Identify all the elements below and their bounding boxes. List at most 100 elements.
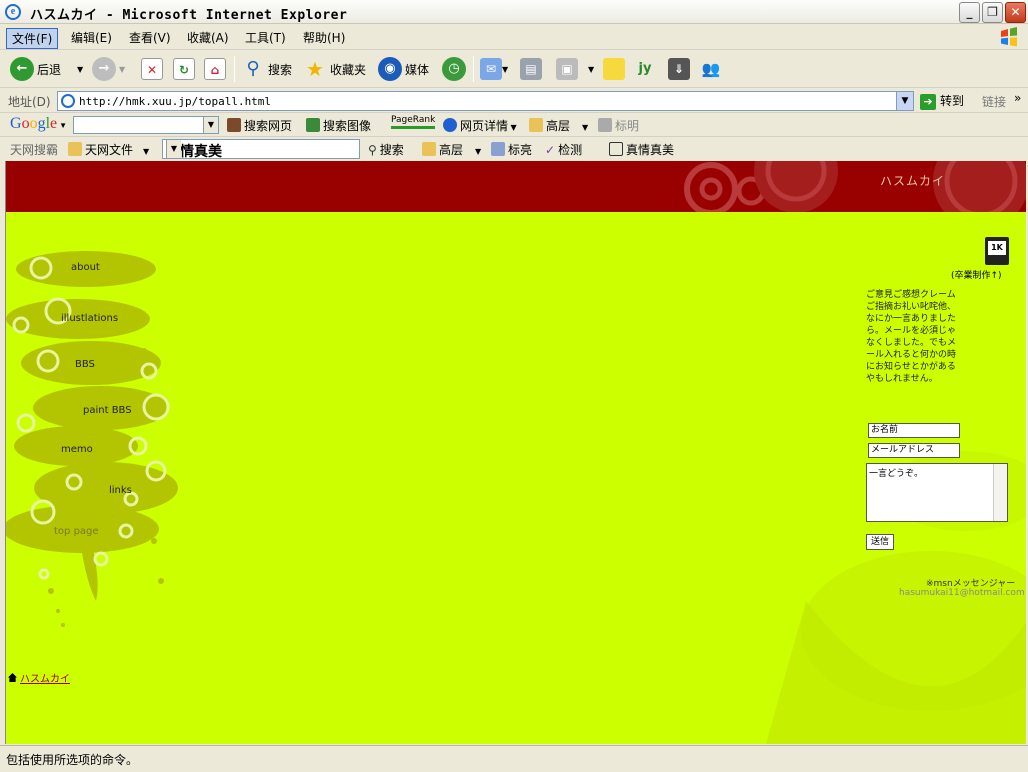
- edit-dropdown-icon[interactable]: ▼: [588, 65, 594, 74]
- nav-paint-bbs[interactable]: paint BBS: [83, 405, 132, 416]
- home-link-row: ハスムカイ: [8, 670, 70, 685]
- mail-dropdown-icon[interactable]: ▼: [502, 65, 508, 74]
- name-input[interactable]: お名前: [868, 423, 960, 438]
- ie-window: e ハスムカイ - Microsoft Internet Explorer _ …: [0, 0, 1028, 772]
- address-label: 地址(D): [8, 95, 51, 109]
- tianwang-detect-button[interactable]: ✓ 检测: [545, 141, 582, 158]
- google-dropdown-icon[interactable]: ▼: [203, 117, 218, 133]
- magnifier-icon: ⚲: [368, 143, 377, 157]
- menu-favorites[interactable]: 收藏(A): [182, 28, 234, 47]
- nav-top-page[interactable]: top page: [54, 526, 99, 537]
- menu-edit[interactable]: 编辑(E): [66, 28, 117, 47]
- highlight-button[interactable]: 标明: [598, 117, 639, 134]
- msn-email: hasumukai11@hotmail.com: [899, 588, 1025, 598]
- nav-blob-decoration: [6, 251, 178, 627]
- history-button[interactable]: ◷: [442, 55, 469, 83]
- home-icon: [8, 673, 17, 682]
- textarea-scrollbar[interactable]: [993, 464, 1007, 521]
- minimize-button[interactable]: _: [959, 2, 980, 23]
- menu-help[interactable]: 帮助(H): [298, 28, 350, 47]
- pen-icon: [491, 142, 505, 156]
- maximize-button[interactable]: ❐: [982, 2, 1003, 23]
- up-button[interactable]: 高层 ▼: [529, 117, 588, 134]
- nav-links[interactable]: links: [109, 485, 132, 496]
- title-bar: e ハスムカイ - Microsoft Internet Explorer _ …: [0, 0, 1028, 24]
- search-images-button[interactable]: 搜索图像: [306, 117, 371, 134]
- nav-about[interactable]: about: [71, 262, 100, 273]
- go-button[interactable]: ➔ 转到: [920, 92, 964, 110]
- page-content: ハスムカイ about illustlations BBS paint BBS …: [5, 161, 1026, 744]
- tianwang-search-button[interactable]: ⚲ 搜索: [368, 141, 404, 158]
- nav-memo[interactable]: memo: [61, 444, 93, 455]
- google-logo[interactable]: Google ▼: [10, 115, 67, 133]
- google-search-input[interactable]: ▼: [73, 116, 219, 134]
- go-arrow-icon: ➔: [920, 94, 936, 110]
- image-icon: [306, 118, 320, 132]
- windows-logo-icon: [1001, 27, 1017, 47]
- messenger-button[interactable]: 👥: [700, 55, 722, 83]
- pagerank-meter[interactable]: PageRank: [391, 115, 435, 129]
- download-button[interactable]: ⇓: [668, 55, 690, 83]
- forward-dropdown-icon[interactable]: ▼: [119, 65, 125, 74]
- history-icon: ◷: [442, 57, 466, 81]
- menu-view[interactable]: 查看(V): [124, 28, 176, 47]
- edit-button[interactable]: ▣ ▼: [556, 55, 594, 83]
- media-button[interactable]: ◉ 媒体: [378, 55, 429, 83]
- tianwang-dropdown-icon[interactable]: ▼: [166, 140, 181, 158]
- jyo-button[interactable]: jy: [634, 55, 656, 83]
- print-button[interactable]: ▤: [520, 55, 542, 83]
- menu-bar: 文件(F) 编辑(E) 查看(V) 收藏(A) 工具(T) 帮助(H): [0, 24, 1028, 50]
- submit-button[interactable]: 送信: [866, 534, 894, 550]
- status-bar: 包括使用所选项的命令。: [0, 745, 1028, 772]
- binoculars-icon: [227, 118, 241, 132]
- book-caption[interactable]: (卒業制作↑): [951, 268, 1002, 281]
- google-toolbar: Google ▼ ▼ 搜索网页 搜索图像 PageRank 网页详情 ▼ 高层 ▼…: [0, 113, 1028, 137]
- forward-button[interactable]: → ▼: [92, 55, 125, 83]
- favorites-button[interactable]: ★ 收藏夹: [303, 55, 366, 83]
- home-button[interactable]: ⌂: [204, 55, 226, 83]
- nav-bbs[interactable]: BBS: [75, 359, 95, 370]
- note-icon: [603, 58, 625, 80]
- tianwang-file-button[interactable]: 天网文件 ▼: [68, 141, 149, 158]
- book-icon[interactable]: 1K: [985, 237, 1009, 265]
- feedback-text: ご意見ご感想クレームご指摘お礼い叱咤他、なにか一言ありましたら。メールを必須じゃ…: [866, 290, 957, 384]
- mail-icon: ✉: [480, 58, 502, 80]
- tianwang-highlight-button[interactable]: 标亮: [491, 141, 532, 158]
- notes-button[interactable]: [603, 55, 625, 83]
- page-icon: [61, 94, 75, 108]
- address-input[interactable]: http://hmk.xuu.jp/topall.html ▼: [57, 91, 914, 111]
- refresh-button[interactable]: ↻: [173, 55, 195, 83]
- stop-icon: ✕: [141, 58, 163, 80]
- print-icon: ▤: [520, 58, 542, 80]
- tianwang-up-button[interactable]: 高层 ▼: [422, 141, 481, 158]
- forward-arrow-icon: →: [92, 57, 116, 81]
- refresh-icon: ↻: [173, 58, 195, 80]
- address-bar: 地址(D) http://hmk.xuu.jp/topall.html ▼ ➔ 转…: [0, 89, 1028, 113]
- mail-button[interactable]: ✉ ▼: [480, 55, 508, 83]
- tianwang-search-input[interactable]: 真情真美 ▼: [162, 139, 360, 160]
- back-button[interactable]: ← 后退 ▼: [10, 55, 83, 83]
- address-dropdown-icon[interactable]: ▼: [896, 92, 913, 110]
- stop-button[interactable]: ✕: [141, 55, 163, 83]
- email-input[interactable]: メールアドレス: [868, 443, 960, 458]
- back-dropdown-icon[interactable]: ▼: [77, 65, 83, 74]
- close-button[interactable]: ✕: [1005, 2, 1026, 23]
- tianwang-query-button[interactable]: 真情真美: [609, 141, 674, 158]
- page-info-button[interactable]: 网页详情 ▼: [443, 117, 517, 134]
- nav-illustlations[interactable]: illustlations: [61, 313, 118, 324]
- chevron-right-icon[interactable]: »: [1014, 91, 1021, 105]
- links-button[interactable]: 链接: [982, 93, 1006, 110]
- comment-textarea[interactable]: 一言どうぞ。: [866, 463, 1008, 522]
- jyo-icon: jy: [638, 61, 652, 76]
- window-title: ハスムカイ - Microsoft Internet Explorer: [30, 8, 348, 23]
- search-button[interactable]: ⚲ 搜索: [241, 55, 292, 83]
- home-icon: ⌂: [204, 58, 226, 80]
- menu-tools[interactable]: 工具(T): [240, 28, 291, 47]
- home-link[interactable]: ハスムカイ: [20, 674, 70, 685]
- tianwang-toolbar: 天网搜霸 天网文件 ▼ 真情真美 ▼ ⚲ 搜索 高层 ▼ 标亮 ✓ 检测 真情真美: [0, 137, 1028, 161]
- address-url: http://hmk.xuu.jp/topall.html: [79, 95, 272, 108]
- status-text: 包括使用所选项的命令。: [6, 753, 139, 767]
- info-icon: [443, 118, 457, 132]
- search-web-button[interactable]: 搜索网页: [227, 117, 292, 134]
- menu-file[interactable]: 文件(F): [6, 28, 59, 49]
